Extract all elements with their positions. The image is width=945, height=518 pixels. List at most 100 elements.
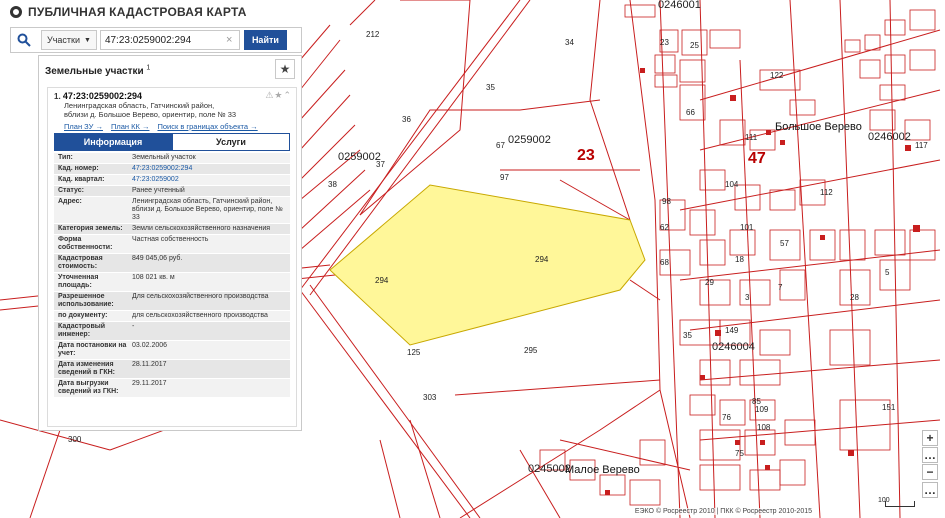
card-address-2: вблизи д. Большое Верево, ориентир, поле… <box>64 110 237 119</box>
info-row: Статус: Ранее учтенный <box>54 186 290 197</box>
info-value: 03.02.2006 <box>132 342 168 349</box>
search-icon[interactable] <box>11 28 37 52</box>
plot-number-label: 35 <box>486 83 495 92</box>
plot-number-label: 68 <box>660 258 669 267</box>
plot-number-label: 122 <box>770 71 784 80</box>
link-search-in-bounds[interactable]: Поиск в границах объекта → <box>157 122 257 131</box>
plot-number-label: 18 <box>735 255 744 264</box>
info-row: Тип: Земельный участок <box>54 153 290 164</box>
plot-number-label: 104 <box>725 180 739 189</box>
info-row: по документу: для сельскохозяйственного п… <box>54 311 290 322</box>
tab-services[interactable]: Услуги <box>172 133 290 151</box>
info-value: - <box>132 323 135 330</box>
info-value: Для сельскохозяйственного производства <box>132 293 269 300</box>
result-header: Земельные участки 1 ★ <box>39 56 301 84</box>
cad-number: 47:23:0259002:294 <box>62 91 142 101</box>
search-input[interactable] <box>99 30 240 50</box>
link-plan-kk[interactable]: План КК → <box>111 122 150 131</box>
plot-number-label: 76 <box>722 413 731 422</box>
tab-info[interactable]: Информация <box>54 133 172 151</box>
info-key: Кадастровая стоимость: <box>58 255 103 270</box>
search-button[interactable]: Найти <box>243 30 287 50</box>
zoom-in-button[interactable]: + <box>922 430 938 446</box>
info-row: Дата выгрузки сведений из ГКН: 29.11.2017 <box>54 379 290 398</box>
info-key: по документу: <box>58 312 108 319</box>
layers-more-button[interactable]: … <box>922 482 938 498</box>
plot-number-label: 108 <box>757 423 771 432</box>
plot-number-label: 57 <box>780 239 789 248</box>
card-address-1: Ленинградская область, Гатчинский район, <box>64 101 215 110</box>
info-row: Уточненная площадь: 108 021 кв. м <box>54 273 290 292</box>
plot-number-label: 34 <box>565 38 574 47</box>
chevron-down-icon: ▼ <box>84 36 91 44</box>
plot-number-label: 303 <box>423 393 437 402</box>
quarter-label-0259002: 0259002 <box>508 134 551 146</box>
plot-number-label: 101 <box>740 223 754 232</box>
zoom-more-button[interactable]: … <box>922 447 938 463</box>
zoom-out-button[interactable]: − <box>922 464 938 480</box>
plot-number-label: 5 <box>885 268 890 277</box>
plot-number-label: 109 <box>755 405 769 414</box>
plot-number-label: 7 <box>778 283 783 292</box>
quarter-label-0246001: 0246001 <box>658 0 701 11</box>
plot-number-label: 67 <box>496 141 505 150</box>
plot-number-label: 111 <box>745 133 758 142</box>
info-row: Разрешенное использование: Для сельскохоз… <box>54 292 290 311</box>
plot-number-label: 35 <box>683 331 692 340</box>
selected-plot-label: 294 <box>535 255 549 264</box>
search-type-select[interactable]: Участки ▼ <box>41 30 97 50</box>
plot-number-label: 97 <box>500 173 509 182</box>
card-actions-icons[interactable]: ⚠★⌃ <box>265 90 292 101</box>
info-row: Кад. квартал: 47:23:0259002 <box>54 175 290 186</box>
result-title-text: Земельные участки <box>45 66 144 77</box>
info-row: Форма собственности: Частная собственност… <box>54 235 290 254</box>
info-value: Ленинградская область, Гатчинский район,… <box>132 198 283 221</box>
plot-number-label: 38 <box>328 180 337 189</box>
plot-number-label: 36 <box>402 115 411 124</box>
info-key: Форма собственности: <box>58 236 113 251</box>
result-panel: Земельные участки 1 ★ 1. 47:23:0259002:2… <box>38 55 302 431</box>
result-count: 1 <box>146 64 151 72</box>
plot-number-label: 117 <box>915 141 928 150</box>
info-value: 28.11.2017 <box>132 361 167 368</box>
info-value: 849 045,06 руб. <box>132 255 183 262</box>
info-row: Кад. номер: 47:23:0259002:294 <box>54 164 290 175</box>
district-label-23: 23 <box>577 147 595 164</box>
plot-number-label: 112 <box>820 188 833 197</box>
plot-number-label: 3 <box>745 293 750 302</box>
info-value: Земельный участок <box>132 154 196 161</box>
place-bolshoe-verevo: Большое Верево <box>775 121 862 133</box>
info-value[interactable]: 47:23:0259002 <box>132 176 290 184</box>
tabs: Информация Услуги <box>54 133 290 151</box>
info-key: Категория земель: <box>58 225 123 232</box>
info-key: Дата постановки на учет: <box>58 342 127 357</box>
plot-number-label: 66 <box>686 108 695 117</box>
quarter-label-0259002-west: 0259002 <box>338 151 381 163</box>
plot-number-label: 149 <box>725 326 739 335</box>
info-row: Дата изменения сведений в ГКН: 28.11.2017 <box>54 360 290 379</box>
item-number: 1. <box>54 92 61 101</box>
app-header: ПУБЛИЧНАЯ КАДАСТРОВАЯ КАРТА <box>0 0 247 24</box>
clear-icon[interactable]: × <box>226 34 236 46</box>
plot-number-label: 98 <box>662 197 671 206</box>
link-plan-zu[interactable]: План ЗУ → <box>64 122 103 131</box>
info-value: Земли сельскохозяйственного назначения <box>132 225 271 232</box>
favorite-star-button[interactable]: ★ <box>275 59 295 79</box>
info-value[interactable]: 47:23:0259002:294 <box>132 165 290 173</box>
info-key: Дата выгрузки сведений из ГКН: <box>58 380 119 395</box>
info-value: Ранее учтенный <box>132 187 185 194</box>
scale-bar <box>885 501 915 507</box>
selected-plot-label-2: 294 <box>375 276 389 285</box>
info-table: Тип: Земельный участок Кад. номер: 47:23:02… <box>54 153 290 398</box>
quarter-label-0246004: 0246004 <box>712 341 755 353</box>
info-key: Статус: <box>58 187 84 194</box>
info-row: Адрес: Ленинградская область, Гатчинский … <box>54 197 290 224</box>
plot-number-label: 295 <box>524 346 538 355</box>
plot-number-label: 75 <box>735 449 744 458</box>
district-label-47: 47 <box>748 150 766 167</box>
app-title: ПУБЛИЧНАЯ КАДАСТРОВАЯ КАРТА <box>28 5 247 19</box>
plot-number-label: 125 <box>407 348 421 357</box>
logo-icon <box>10 6 22 18</box>
plot-number-label: 23 <box>660 38 669 47</box>
info-key: Адрес: <box>58 198 82 205</box>
